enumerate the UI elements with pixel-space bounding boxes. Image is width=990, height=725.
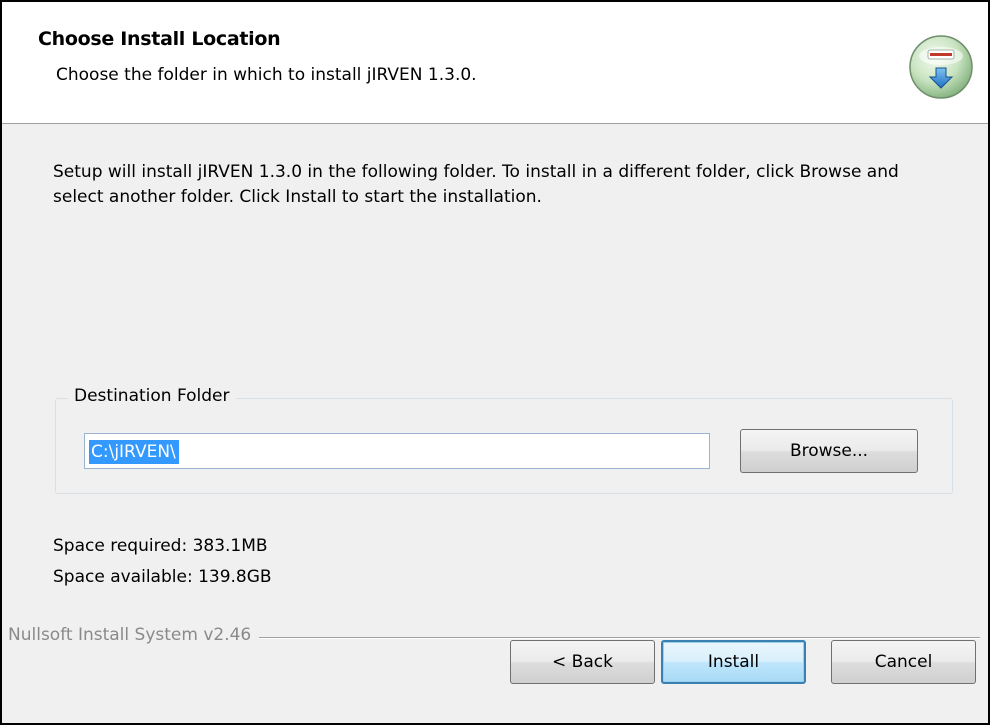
- destination-folder-group: Destination Folder C:\jIRVEN\ Browse...: [55, 386, 953, 494]
- browse-button[interactable]: Browse...: [740, 429, 918, 473]
- intro-text: Setup will install jIRVEN 1.3.0 in the f…: [53, 162, 899, 207]
- space-available-text: Space available: 139.8GB: [53, 567, 272, 587]
- destination-folder-label: Destination Folder: [68, 386, 236, 406]
- install-button[interactable]: Install: [661, 640, 806, 684]
- back-button[interactable]: < Back: [510, 640, 655, 684]
- page-title: Choose Install Location: [38, 28, 281, 50]
- page-subtitle: Choose the folder in which to install jI…: [56, 65, 477, 85]
- destination-path-value: C:\jIRVEN\: [89, 440, 179, 464]
- destination-path-input[interactable]: C:\jIRVEN\: [84, 433, 710, 469]
- branding-text: Nullsoft Install System v2.46: [8, 625, 260, 645]
- nsis-installer-icon: [909, 35, 973, 99]
- installer-window: Choose Install Location Choose the folde…: [0, 0, 990, 725]
- header-panel: Choose Install Location Choose the folde…: [2, 2, 988, 124]
- space-required-text: Space required: 383.1MB: [53, 536, 268, 556]
- cancel-button[interactable]: Cancel: [831, 640, 976, 684]
